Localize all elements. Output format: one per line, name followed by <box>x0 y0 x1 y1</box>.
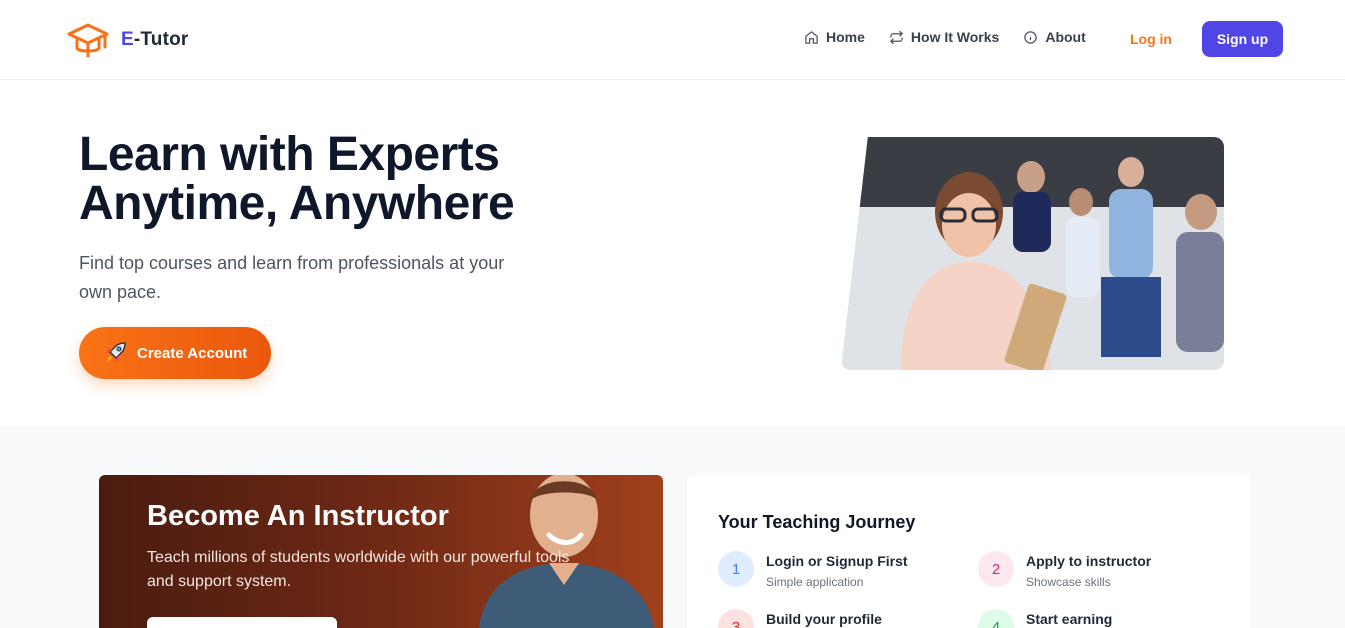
top-navbar: E-Tutor Home How It Works About Log in S… <box>0 0 1345 80</box>
step-title: Build your profile <box>766 611 882 627</box>
nav-how-it-works[interactable]: How It Works <box>889 29 999 45</box>
teaching-journey-card: Your Teaching Journey 1 Login or Signup … <box>687 475 1251 628</box>
journey-step: 1 Login or Signup First Simple applicati… <box>718 551 908 589</box>
repeat-icon <box>889 30 903 44</box>
graduation-cap-icon <box>67 23 109 58</box>
logo[interactable]: E-Tutor <box>67 21 189 59</box>
logo-text: E-Tutor <box>121 29 189 51</box>
logo-text-prefix: E <box>121 29 134 50</box>
journey-step: 3 Build your profile <box>718 609 882 628</box>
step-title: Apply to instructor <box>1026 553 1152 569</box>
hero-classroom-photo <box>841 137 1224 370</box>
instructor-cta-button[interactable] <box>147 617 337 628</box>
rocket-icon <box>106 342 126 362</box>
nav-home-label: Home <box>826 29 865 45</box>
create-account-button[interactable]: Create Account <box>79 327 271 379</box>
step-number: 2 <box>978 551 1014 587</box>
become-instructor-card: Become An Instructor Teach millions of s… <box>99 475 663 628</box>
step-number: 3 <box>718 609 754 628</box>
hero-title: Learn with Experts Anytime, Anywhere <box>79 128 515 230</box>
step-number: 4 <box>978 609 1014 628</box>
nav-about[interactable]: About <box>1023 29 1086 45</box>
step-number: 1 <box>718 551 754 587</box>
step-description: Simple application <box>766 575 864 589</box>
nav-home[interactable]: Home <box>804 29 865 45</box>
hero-subtitle: Find top courses and learn from professi… <box>79 253 505 302</box>
login-link[interactable]: Log in <box>1130 31 1172 47</box>
journey-step: 2 Apply to instructor Showcase skills <box>978 551 1151 589</box>
info-icon <box>1024 30 1038 44</box>
logo-text-suffix: -Tutor <box>133 29 189 50</box>
main-nav: Home How It Works About <box>804 29 1110 45</box>
step-title: Start earning <box>1026 611 1113 627</box>
step-description: Showcase skills <box>1026 575 1111 589</box>
nav-how-it-works-label: How It Works <box>910 29 1000 45</box>
hero-title-line2: Anytime, Anywhere <box>79 177 515 230</box>
instructor-text: Teach millions of students worldwide wit… <box>147 549 570 590</box>
create-account-label: Create Account <box>137 344 248 362</box>
journey-step: 4 Start earning <box>978 609 1112 628</box>
home-icon <box>805 30 818 44</box>
hero-title-line1: Learn with Experts <box>79 128 500 181</box>
journey-title: Your Teaching Journey <box>718 512 916 532</box>
signup-button[interactable]: Sign up <box>1202 21 1283 57</box>
instructor-title: Become An Instructor <box>147 500 449 532</box>
nav-about-label: About <box>1045 29 1086 45</box>
step-title: Login or Signup First <box>766 553 908 569</box>
